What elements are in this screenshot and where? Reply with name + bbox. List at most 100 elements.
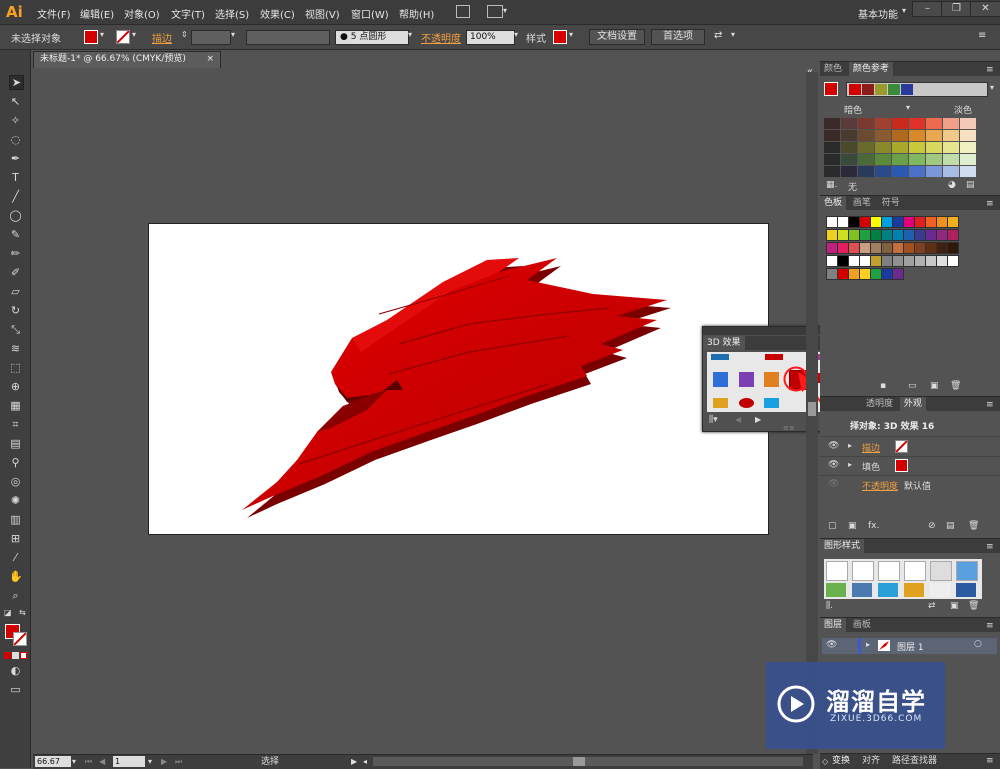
first-artboard-icon[interactable]: ⏮ [85,755,92,769]
folder-icon[interactable]: ▭ [908,381,917,391]
slice-tool-icon[interactable]: ⁄ [9,551,22,564]
panel-menu-icon[interactable]: ≡ [986,540,994,554]
swatch[interactable] [947,242,959,254]
previous-library-icon[interactable]: ◀ [735,415,741,424]
style-swatch[interactable] [930,583,950,597]
effect-swatch[interactable] [765,354,783,360]
free-transform-tool-icon[interactable]: ⬚ [9,361,22,374]
style-swatch[interactable] [826,561,848,581]
preferences-button[interactable]: 首选项 [651,29,705,45]
arrange-documents-icon[interactable] [487,5,503,18]
menu-select[interactable]: 选择(S) [215,6,249,21]
guide-swatch[interactable] [858,166,874,177]
style-swatch[interactable] [904,583,924,597]
delete-style-icon[interactable]: 🗑 [968,601,979,611]
tab-3d-effects[interactable]: 3D 效果 [703,336,745,350]
break-link-icon[interactable]: ⇄ [928,601,936,611]
effect-swatch[interactable] [713,398,728,408]
add-new-stroke-icon[interactable]: ▢ [828,521,837,531]
panel-menu-icon[interactable]: ≡ [986,63,994,77]
default-colors-icon[interactable]: ◪ [4,608,12,617]
menu-object[interactable]: 对象(O) [124,6,160,21]
restore-button[interactable]: ❐ [941,1,972,17]
style-swatch[interactable] [852,583,872,597]
tab-transparency[interactable]: 透明度 [862,397,897,411]
stroke-color-swatch[interactable] [13,632,27,646]
guide-swatch[interactable] [926,166,942,177]
scroll-left-icon[interactable]: ◂ [363,755,367,769]
guide-swatch[interactable] [909,142,925,153]
opacity-label[interactable]: 不透明度 [421,30,461,45]
style-swatch[interactable] [878,561,900,581]
tab-graphic-styles[interactable]: 图形样式 [820,539,865,553]
guide-swatch[interactable] [960,130,976,141]
appearance-stroke-label[interactable]: 描边 [862,441,880,454]
guide-swatch[interactable] [909,118,925,129]
chevron-down-icon[interactable]: ▾ [132,30,136,39]
chevron-down-icon[interactable]: ▾ [148,755,152,769]
chevron-down-icon[interactable]: ▾ [990,83,994,92]
scrollbar-thumb[interactable] [573,757,585,766]
guide-swatch[interactable] [824,118,840,129]
zoom-tool-icon[interactable]: ⌕ [9,589,22,602]
menu-window[interactable]: 窗口(W) [351,6,389,21]
effect-swatch[interactable] [739,372,754,387]
graphic-style-swatch[interactable] [553,30,567,44]
guide-swatch[interactable] [841,154,857,165]
guide-swatch[interactable] [858,142,874,153]
tab-layers[interactable]: 图层 [820,618,847,632]
style-swatch[interactable] [852,561,874,581]
guide-swatch[interactable] [960,166,976,177]
variable-width-profile[interactable] [246,30,330,45]
guide-swatch[interactable] [943,154,959,165]
next-library-icon[interactable]: ▶ [755,415,761,424]
swatch-library-icon[interactable]: ▦. [826,180,837,190]
guide-swatch[interactable] [909,166,925,177]
rotate-tool-icon[interactable]: ↻ [9,304,22,317]
expand-arrow-icon[interactable]: ▸ [848,460,852,469]
guide-swatch[interactable] [824,142,840,153]
style-swatch[interactable] [878,583,898,597]
visibility-eye-icon[interactable]: 👁 [828,460,839,470]
zoom-input[interactable]: 66.67 [35,756,71,767]
visibility-eye-icon[interactable]: 👁 [828,441,839,451]
library-menu-icon[interactable]: ⫼▾ [709,415,718,425]
chevron-down-icon[interactable]: ▾ [902,6,906,15]
column-graph-tool-icon[interactable]: ▥ [9,513,22,526]
artboard-number-input[interactable]: 1 [113,756,145,767]
add-new-effect-icon[interactable]: fx. [868,521,879,531]
guide-swatch[interactable] [824,154,840,165]
guide-swatch[interactable] [875,154,891,165]
guide-swatch[interactable] [892,166,908,177]
screen-mode-icon[interactable]: ▭ [9,683,22,696]
chevron-down-icon[interactable]: ▾ [503,6,507,15]
menu-file[interactable]: 文件(F) [37,6,71,21]
horizontal-scrollbar[interactable] [373,757,803,766]
none-mode-icon[interactable] [20,652,27,659]
guide-swatch[interactable] [875,130,891,141]
brush-definition-select[interactable]: ● 5 点圆形 [335,30,409,45]
appearance-fill-swatch[interactable] [895,459,908,472]
chevron-down-icon[interactable]: ▾ [72,755,76,769]
direct-selection-tool-icon[interactable]: ↖ [9,95,22,108]
tab-transform[interactable]: 变换 [832,754,850,769]
scrollbar-thumb[interactable] [808,402,816,416]
menu-type[interactable]: 文字(T) [171,6,205,21]
guide-swatch[interactable] [824,166,840,177]
guide-swatch[interactable] [926,118,942,129]
appearance-fill-label[interactable]: 填色 [862,460,880,473]
swatch[interactable] [947,229,959,241]
guide-swatch[interactable] [926,154,942,165]
guide-swatch[interactable] [909,130,925,141]
chevron-down-icon[interactable]: ▾ [906,103,910,112]
transform-options-icon[interactable]: ⇄ [714,30,722,41]
guide-swatch[interactable] [960,118,976,129]
appearance-stroke-swatch[interactable] [895,440,908,453]
guide-swatch[interactable] [841,118,857,129]
tab-appearance[interactable]: 外观 [899,397,926,411]
guide-swatch[interactable] [841,166,857,177]
vertical-scrollbar[interactable] [806,72,818,754]
panel-menu-icon[interactable]: ≡ [986,197,994,211]
menu-effect[interactable]: 效果(C) [260,6,295,21]
tab-align[interactable]: 对齐 [862,754,880,769]
